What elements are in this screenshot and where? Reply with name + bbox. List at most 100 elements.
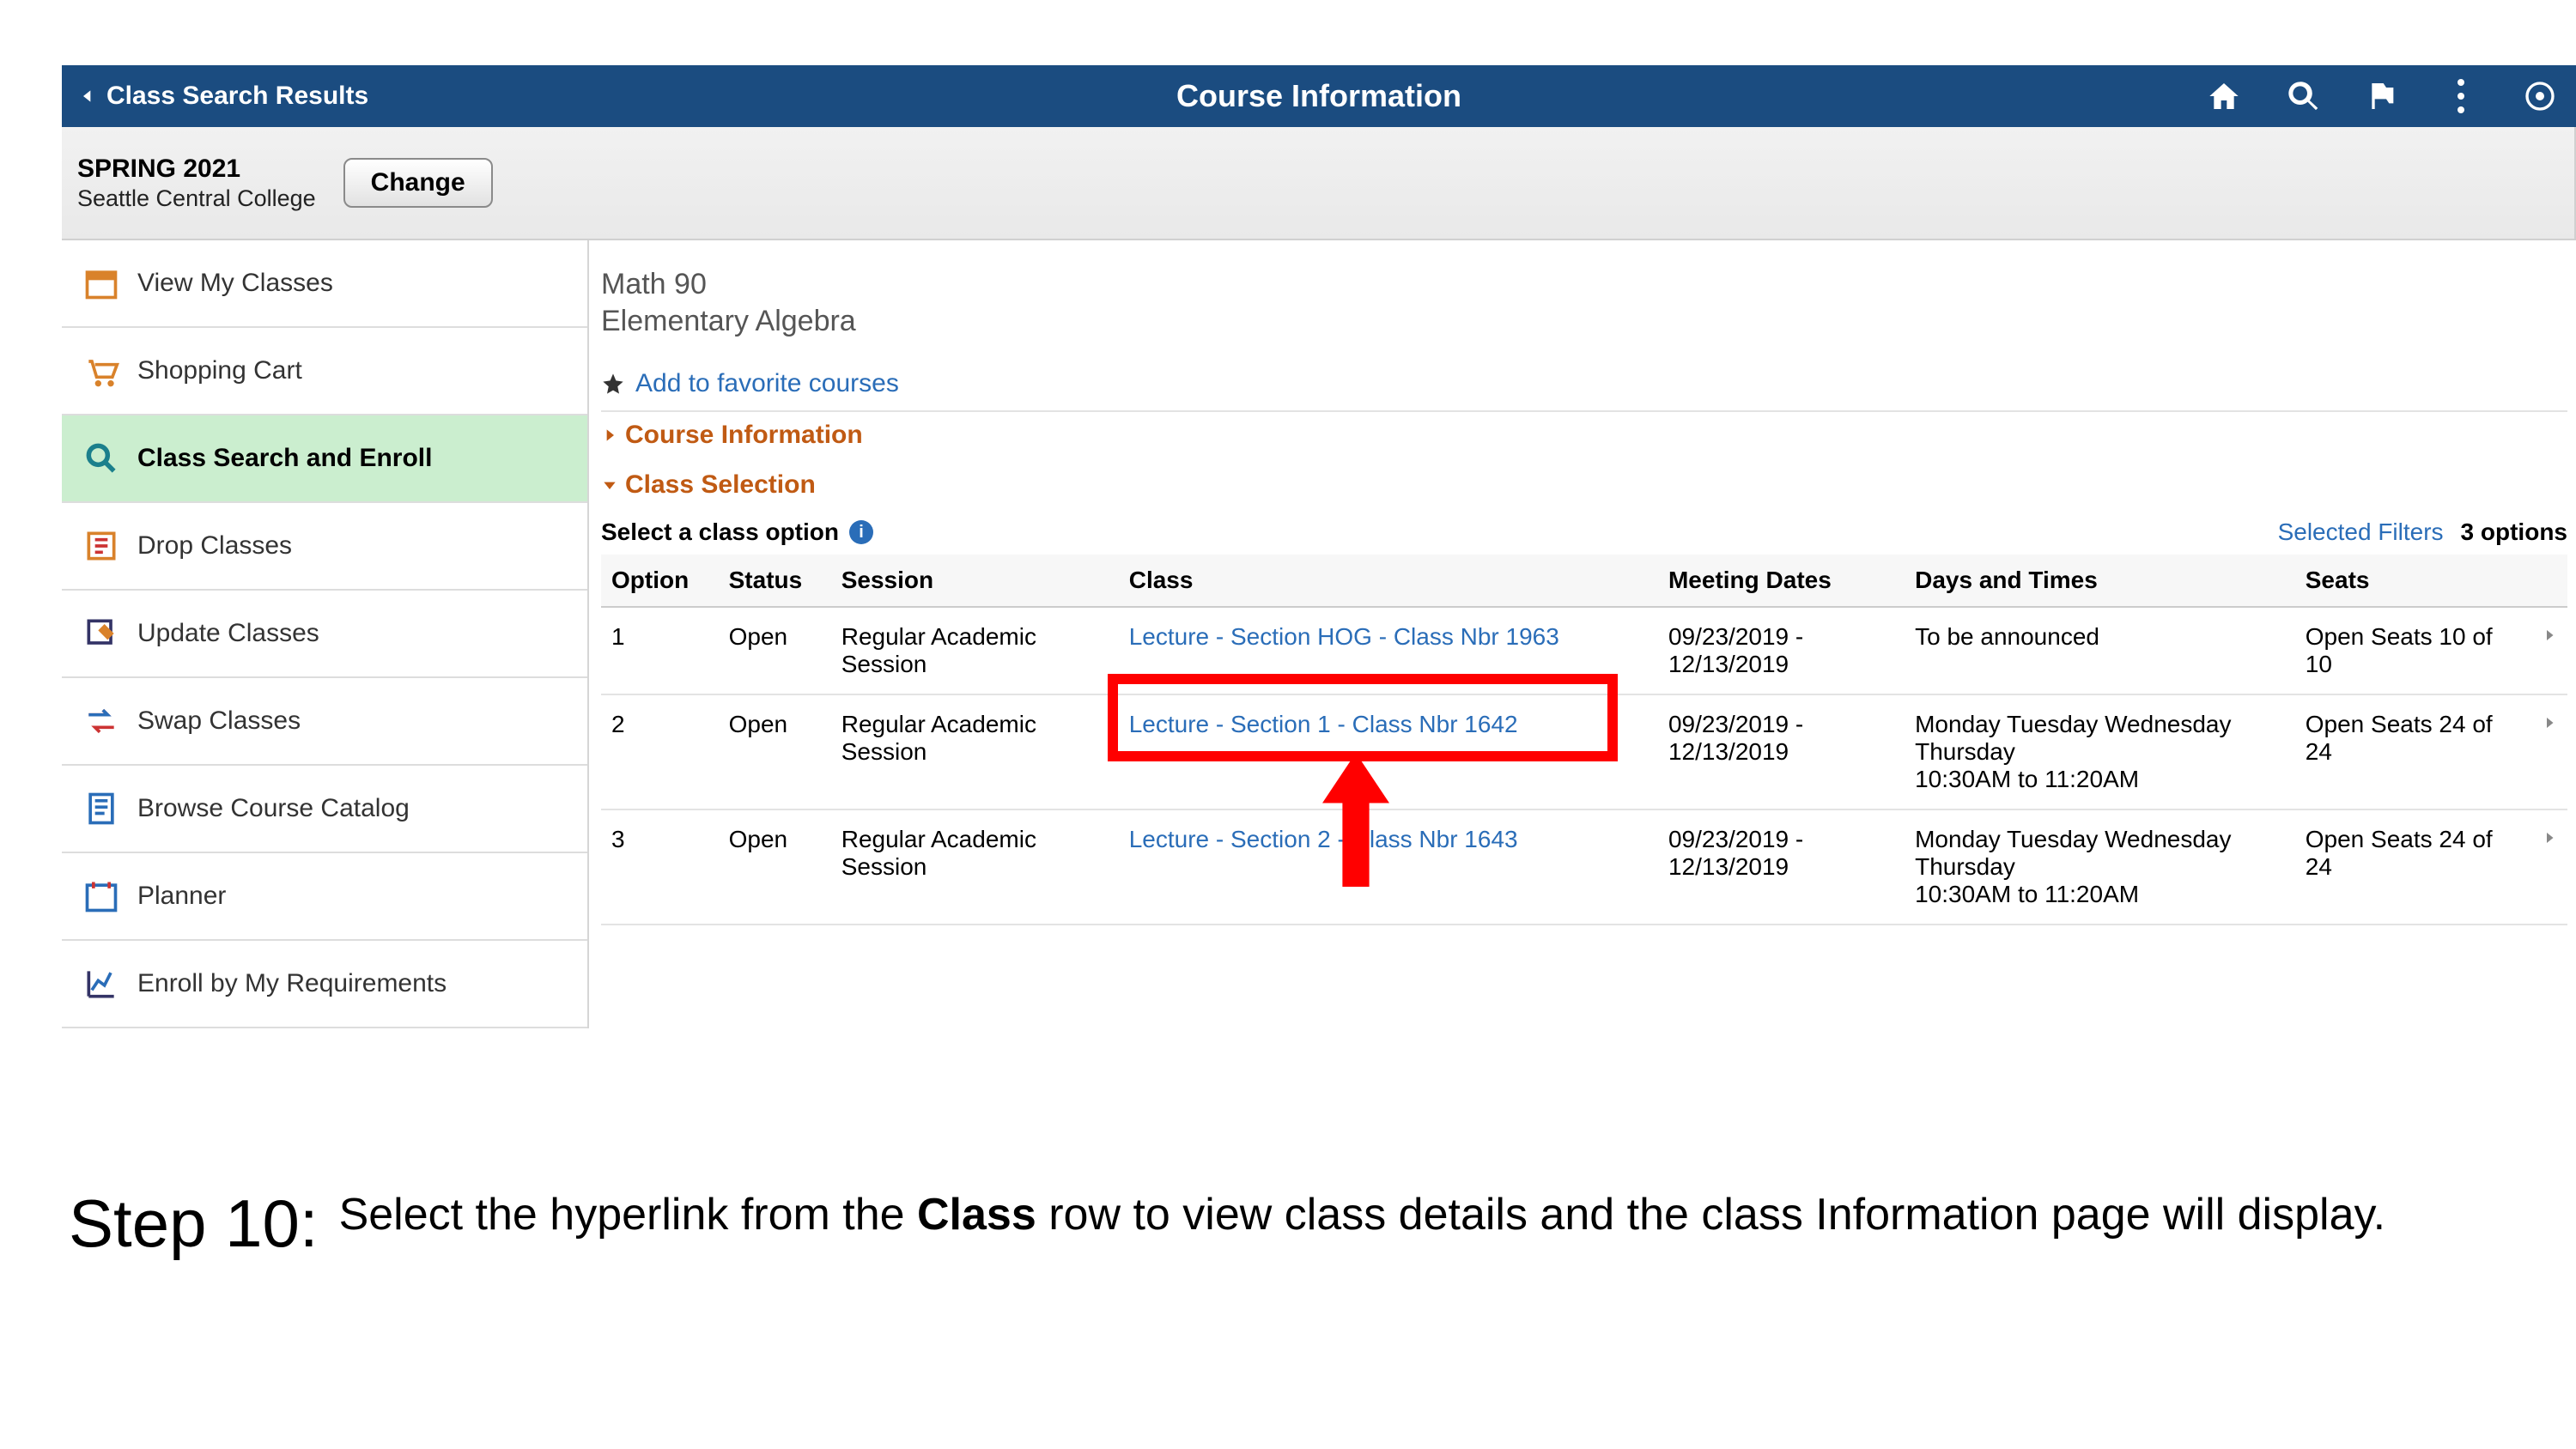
caret-right-icon bbox=[601, 427, 618, 444]
class-selection-collapser[interactable]: Class Selection bbox=[601, 462, 2567, 500]
calendar-icon bbox=[82, 264, 120, 302]
chevron-right-icon bbox=[2542, 711, 2557, 735]
sidebar-item-label: Planner bbox=[137, 882, 226, 911]
planner-icon bbox=[82, 877, 120, 915]
sidebar-item-browse-catalog[interactable]: Browse Course Catalog bbox=[62, 766, 587, 853]
course-title: Elementary Algebra bbox=[601, 305, 2567, 338]
class-selection-label: Class Selection bbox=[625, 470, 816, 500]
back-button[interactable]: Class Search Results bbox=[62, 82, 368, 111]
step-number: Step 10: bbox=[69, 1185, 319, 1263]
th-status: Status bbox=[719, 555, 831, 607]
search-icon[interactable] bbox=[2284, 77, 2322, 115]
select-prompt: Select a class option bbox=[601, 518, 839, 546]
cell-dates: 09/23/2019 - 12/13/2019 bbox=[1658, 809, 1905, 925]
step-caption: Step 10: Select the hyperlink from the C… bbox=[69, 1185, 2507, 1263]
class-link[interactable]: Lecture - Section HOG - Class Nbr 1963 bbox=[1129, 623, 1559, 650]
sidebar-item-drop-classes[interactable]: Drop Classes bbox=[62, 503, 587, 591]
step-text: Select the hyperlink from the Class row … bbox=[339, 1185, 2386, 1245]
term-label: SPRING 2021 bbox=[77, 154, 316, 185]
cell-option: 1 bbox=[601, 607, 719, 694]
table-row[interactable]: 3OpenRegular Academic Session Lecture - S… bbox=[601, 809, 2567, 925]
sidebar-item-update-classes[interactable]: Update Classes bbox=[62, 591, 587, 678]
cell-session: Regular Academic Session bbox=[831, 607, 1119, 694]
sidebar-item-label: Swap Classes bbox=[137, 706, 301, 736]
th-option: Option bbox=[601, 555, 719, 607]
cell-class: Lecture - Section 1 - Class Nbr 1642 bbox=[1119, 694, 1658, 809]
at-icon[interactable] bbox=[2521, 77, 2559, 115]
select-option-row: Select a class option i Selected Filters… bbox=[601, 518, 2567, 546]
sidebar-item-swap-classes[interactable]: Swap Classes bbox=[62, 678, 587, 766]
cell-times: Monday Tuesday Wednesday Thursday 10:30A… bbox=[1905, 694, 2295, 809]
swap-icon bbox=[82, 702, 120, 740]
th-seats: Seats bbox=[2295, 555, 2531, 607]
sidebar-item-label: Drop Classes bbox=[137, 531, 292, 561]
course-code: Math 90 bbox=[601, 268, 2567, 301]
cell-class: Lecture - Section 2 - Class Nbr 1643 bbox=[1119, 809, 1658, 925]
cell-session: Regular Academic Session bbox=[831, 809, 1119, 925]
chevron-right-icon bbox=[2542, 826, 2557, 850]
th-session: Session bbox=[831, 555, 1119, 607]
course-info-label: Course Information bbox=[625, 421, 863, 450]
edit-icon bbox=[82, 615, 120, 652]
cell-status: Open bbox=[719, 809, 831, 925]
flag-icon[interactable] bbox=[2363, 77, 2401, 115]
sidebar: View My Classes Shopping Cart Class Sear… bbox=[62, 240, 589, 1028]
table-row[interactable]: 1OpenRegular Academic SessionLecture - S… bbox=[601, 607, 2567, 694]
class-link[interactable]: Lecture - Section 2 - Class Nbr 1643 bbox=[1129, 826, 1518, 852]
term-block: SPRING 2021 Seattle Central College bbox=[77, 154, 316, 212]
chevron-right-icon bbox=[2542, 623, 2557, 647]
home-icon[interactable] bbox=[2205, 77, 2243, 115]
chevron-left-icon bbox=[79, 83, 96, 109]
sidebar-item-planner[interactable]: Planner bbox=[62, 853, 587, 941]
cell-session: Regular Academic Session bbox=[831, 694, 1119, 809]
cell-seats: Open Seats 24 of 24 bbox=[2295, 809, 2531, 925]
sidebar-item-class-search-enroll[interactable]: Class Search and Enroll bbox=[62, 415, 587, 503]
kebab-menu-icon[interactable] bbox=[2442, 77, 2480, 115]
sidebar-item-enroll-by-req[interactable]: Enroll by My Requirements bbox=[62, 941, 587, 1028]
row-chevron[interactable] bbox=[2531, 694, 2567, 809]
selected-filters-link[interactable]: Selected Filters bbox=[2278, 518, 2444, 546]
cell-option: 2 bbox=[601, 694, 719, 809]
caret-down-icon bbox=[601, 476, 618, 494]
class-link[interactable]: Lecture - Section 1 - Class Nbr 1642 bbox=[1129, 711, 1518, 737]
cell-class: Lecture - Section HOG - Class Nbr 1963 bbox=[1119, 607, 1658, 694]
catalog-icon bbox=[82, 790, 120, 828]
main-content: Math 90 Elementary Algebra Add to favori… bbox=[601, 268, 2567, 925]
header-bar: Class Search Results Course Information bbox=[62, 65, 2576, 127]
magnifier-icon bbox=[82, 440, 120, 477]
cell-dates: 09/23/2019 - 12/13/2019 bbox=[1658, 694, 1905, 809]
cell-seats: Open Seats 10 of 10 bbox=[2295, 607, 2531, 694]
sidebar-item-label: View My Classes bbox=[137, 269, 333, 298]
star-icon bbox=[601, 372, 625, 396]
change-term-button[interactable]: Change bbox=[343, 158, 493, 208]
sidebar-item-view-my-classes[interactable]: View My Classes bbox=[62, 240, 587, 328]
cell-dates: 09/23/2019 - 12/13/2019 bbox=[1658, 607, 1905, 694]
th-class: Class bbox=[1119, 555, 1658, 607]
cell-times: To be announced bbox=[1905, 607, 2295, 694]
table-row[interactable]: 2OpenRegular Academic Session Lecture - S… bbox=[601, 694, 2567, 809]
add-favorite-link[interactable]: Add to favorite courses bbox=[635, 369, 899, 398]
header-actions bbox=[2205, 65, 2559, 127]
cell-status: Open bbox=[719, 694, 831, 809]
cell-times: Monday Tuesday Wednesday Thursday 10:30A… bbox=[1905, 809, 2295, 925]
favorite-row: Add to favorite courses bbox=[601, 369, 2567, 398]
institution-label: Seattle Central College bbox=[77, 185, 316, 212]
drop-icon bbox=[82, 527, 120, 565]
th-dates: Meeting Dates bbox=[1658, 555, 1905, 607]
info-icon[interactable]: i bbox=[849, 520, 873, 544]
options-count: 3 options bbox=[2461, 518, 2567, 546]
cart-icon bbox=[82, 352, 120, 390]
th-times: Days and Times bbox=[1905, 555, 2295, 607]
sidebar-item-label: Browse Course Catalog bbox=[137, 794, 410, 823]
sidebar-item-label: Update Classes bbox=[137, 619, 319, 648]
row-chevron[interactable] bbox=[2531, 809, 2567, 925]
sidebar-item-shopping-cart[interactable]: Shopping Cart bbox=[62, 328, 587, 415]
page-title: Course Information bbox=[62, 78, 2576, 114]
cell-option: 3 bbox=[601, 809, 719, 925]
course-info-collapser[interactable]: Course Information bbox=[601, 410, 2567, 450]
graph-icon bbox=[82, 965, 120, 1003]
cell-seats: Open Seats 24 of 24 bbox=[2295, 694, 2531, 809]
app-shell: Class Search Results Course Information … bbox=[0, 0, 2576, 1449]
sidebar-item-label: Enroll by My Requirements bbox=[137, 969, 447, 998]
row-chevron[interactable] bbox=[2531, 607, 2567, 694]
